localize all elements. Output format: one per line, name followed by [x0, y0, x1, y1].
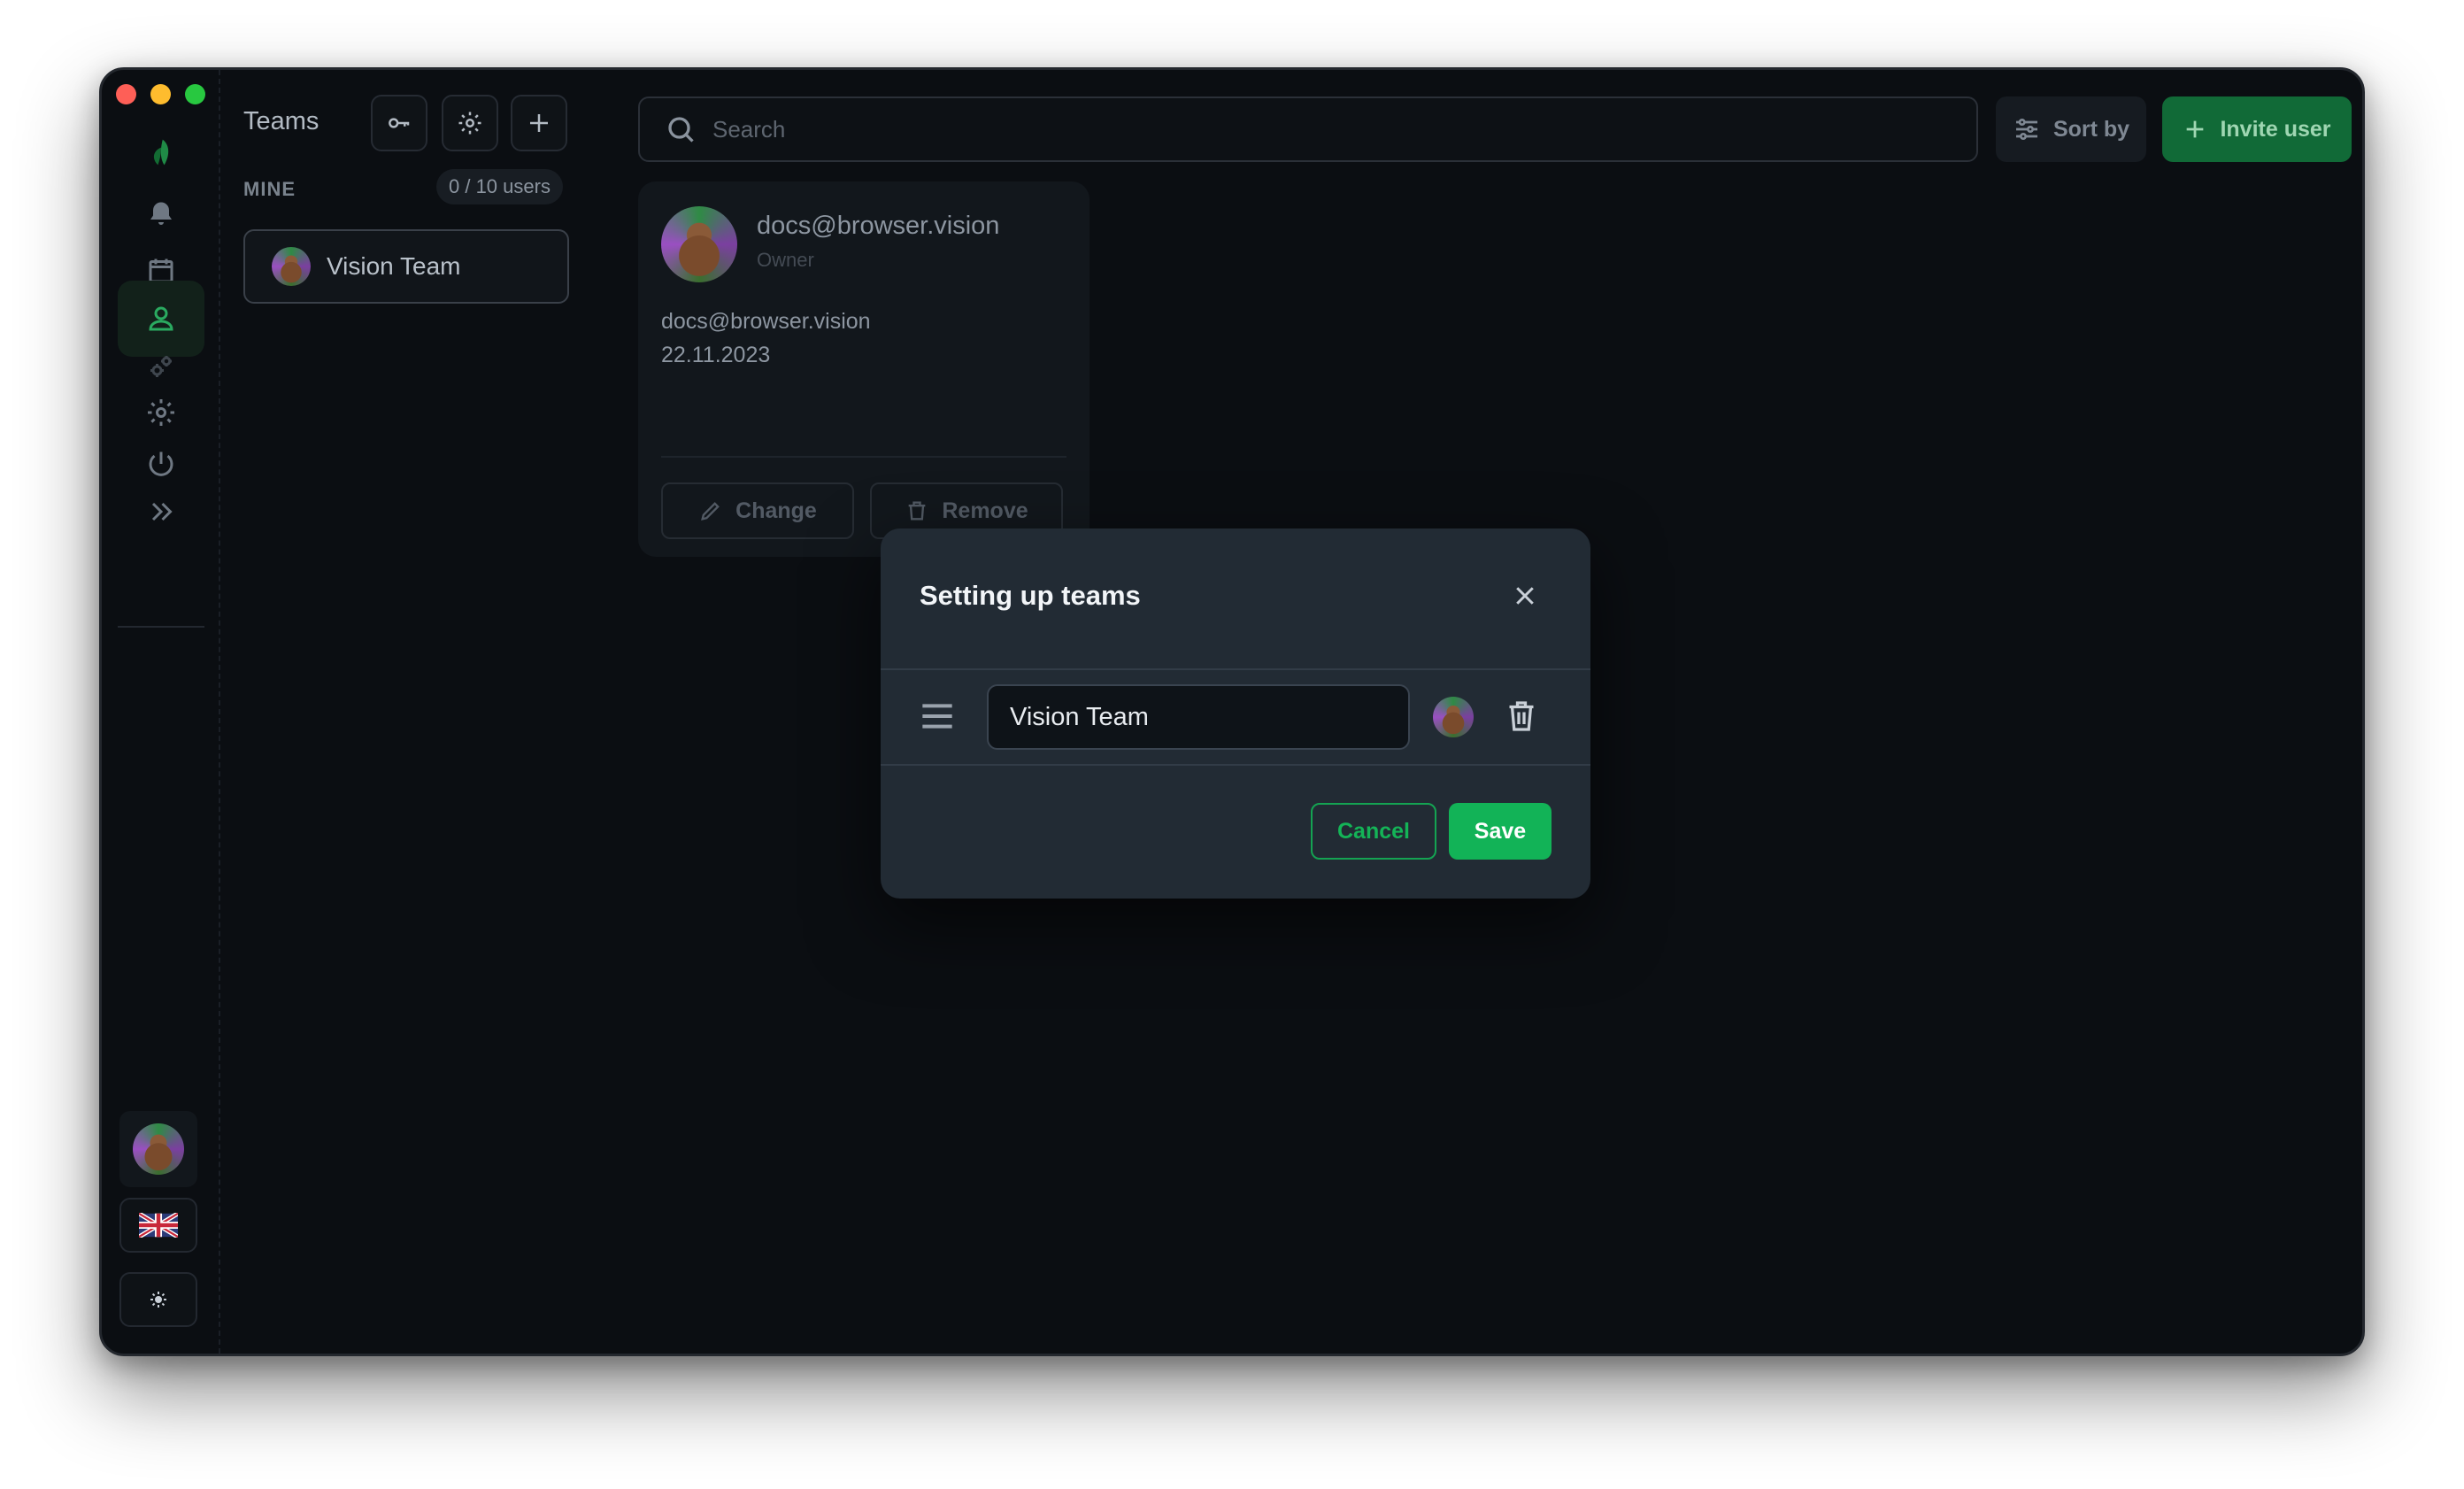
maximize-window-button[interactable] — [185, 84, 205, 104]
key-icon — [389, 118, 410, 128]
plus-icon — [2187, 120, 2204, 138]
team-settings-button[interactable] — [442, 95, 498, 151]
user-avatar — [661, 206, 737, 282]
user-date: 22.11.2023 — [661, 343, 771, 367]
save-button[interactable]: Save — [1449, 803, 1552, 860]
card-divider — [661, 456, 1066, 458]
uk-flag-icon — [139, 1213, 178, 1238]
user-detail-email: docs@browser.vision — [661, 309, 871, 334]
close-icon — [1516, 587, 1534, 605]
drag-handle-icon — [922, 704, 952, 729]
sort-button-label: Sort by — [2052, 116, 2130, 142]
team-item-vision-team[interactable]: Vision Team — [243, 229, 569, 304]
sort-button[interactable]: Sort by — [1996, 96, 2146, 162]
setting-up-teams-modal: Setting up teams Cancel Save — [881, 528, 1590, 899]
invite-user-label: Invite user — [2220, 116, 2331, 142]
team-avatar-picker[interactable] — [1433, 697, 1474, 737]
team-name-input[interactable] — [987, 684, 1410, 750]
team-item-label: Vision Team — [327, 252, 461, 280]
plus-icon — [530, 114, 548, 132]
trash-icon — [909, 501, 926, 521]
remove-button-label: Remove — [942, 498, 1028, 523]
section-label: MINE — [243, 178, 296, 200]
invite-user-button[interactable]: Invite user — [2162, 96, 2352, 162]
team-avatar — [272, 247, 311, 286]
profile-avatar-button[interactable] — [119, 1111, 197, 1187]
theme-toggle-button[interactable] — [119, 1272, 197, 1327]
chevrons-right-icon[interactable] — [118, 474, 204, 550]
minimize-window-button[interactable] — [150, 84, 171, 104]
delete-team-button[interactable] — [1502, 697, 1541, 736]
drag-handle[interactable] — [920, 700, 955, 732]
modal-title: Setting up teams — [920, 580, 1141, 611]
icon-rail — [102, 70, 220, 1354]
cancel-button[interactable]: Cancel — [1311, 803, 1436, 860]
team-edit-row — [881, 668, 1590, 766]
sun-icon — [150, 1292, 166, 1308]
change-button[interactable]: Change — [661, 482, 854, 539]
users-count-badge: 0 / 10 users — [436, 169, 563, 204]
avatar — [133, 1123, 184, 1175]
user-role: Owner — [757, 249, 814, 271]
window-controls — [116, 84, 205, 104]
sliders-icon — [2015, 119, 2037, 140]
user-card: docs@browser.vision Owner docs@browser.v… — [638, 181, 1090, 557]
modal-close-button[interactable] — [1507, 578, 1543, 613]
teams-panel: Teams MINE 0 / 10 users Vision Team — [220, 70, 610, 1354]
rail-divider — [118, 626, 204, 628]
search-bar[interactable] — [638, 96, 1978, 162]
search-input[interactable] — [711, 114, 1865, 144]
gear-icon — [458, 112, 481, 135]
change-button-label: Change — [735, 498, 817, 523]
user-email: docs@browser.vision — [757, 212, 1000, 240]
add-team-button[interactable] — [511, 95, 567, 151]
trash-icon — [1509, 701, 1534, 731]
teams-title: Teams — [243, 107, 320, 135]
key-button[interactable] — [371, 95, 427, 151]
language-button[interactable] — [119, 1198, 197, 1253]
pencil-icon — [701, 502, 720, 521]
app-window: Teams MINE 0 / 10 users Vision Team Sort… — [99, 67, 2365, 1356]
close-window-button[interactable] — [116, 84, 136, 104]
search-icon — [668, 117, 694, 143]
